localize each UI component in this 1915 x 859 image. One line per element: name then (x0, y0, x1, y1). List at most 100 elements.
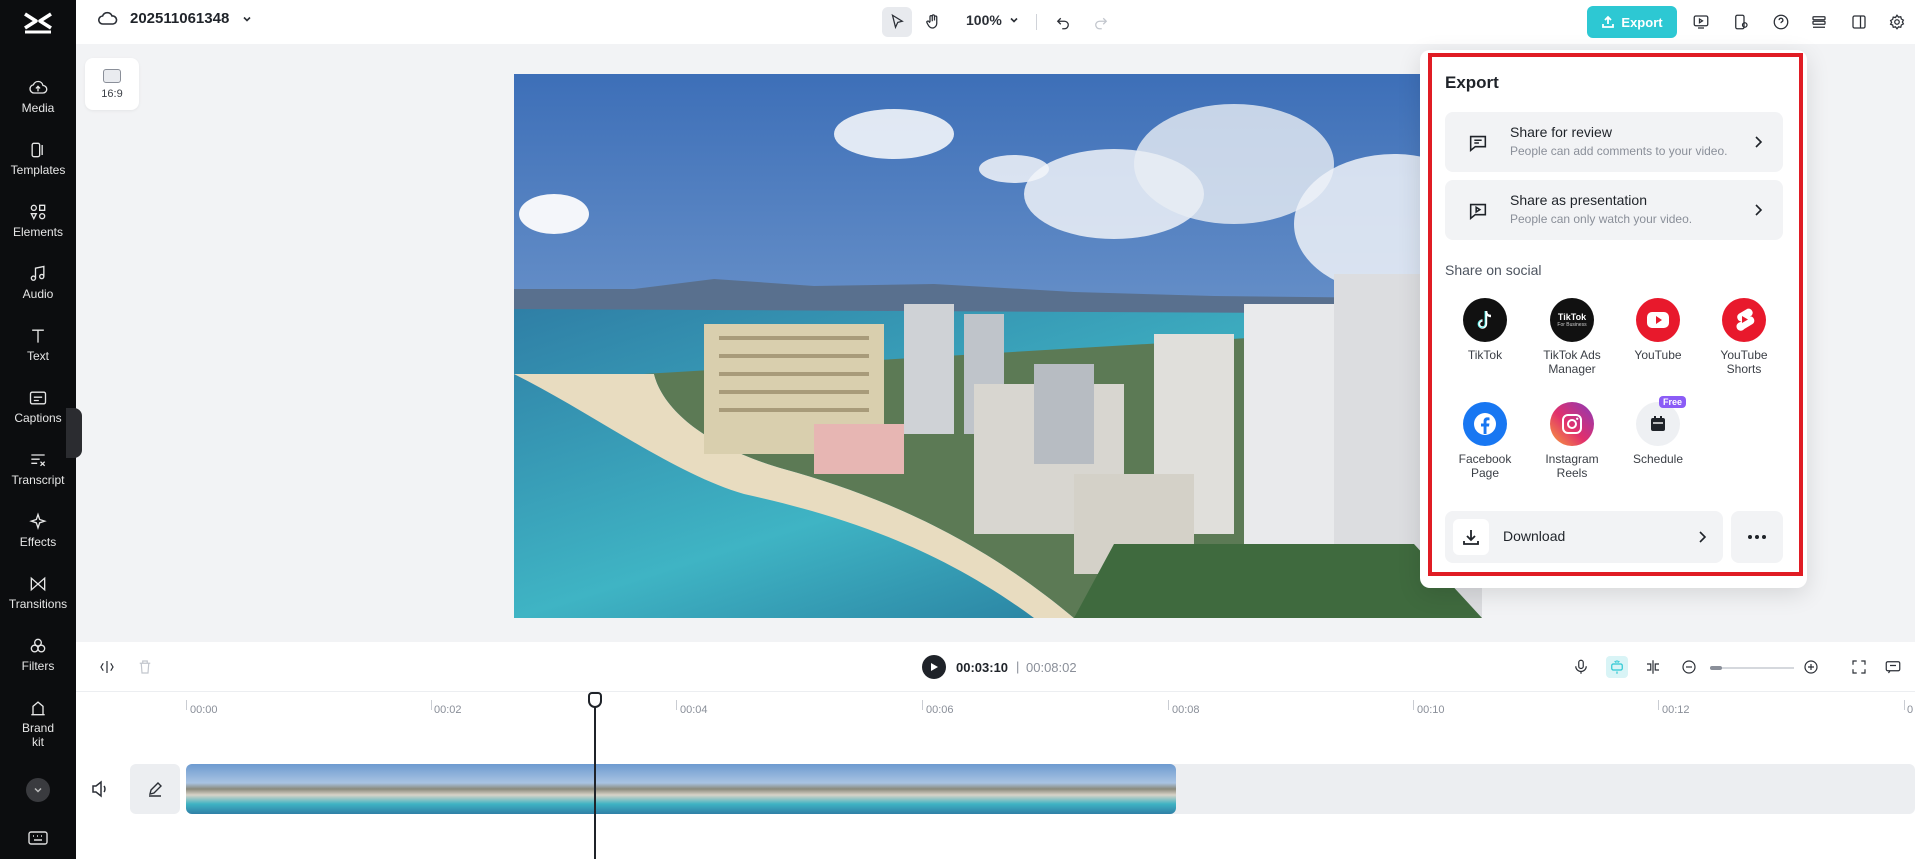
zoom-out-button[interactable] (1678, 656, 1700, 678)
speaker-icon[interactable] (90, 780, 110, 798)
split-button[interactable] (96, 656, 118, 678)
trash-icon (139, 660, 151, 674)
present-button[interactable] (1686, 7, 1716, 37)
record-voice-button[interactable] (1570, 656, 1592, 678)
ruler-tick-mark (1658, 700, 1659, 710)
ruler-tick: 00:10 (1417, 704, 1445, 716)
share-instagram-button[interactable]: Instagram Reels (1527, 402, 1617, 480)
ruler-tick-mark (186, 700, 187, 710)
fullscreen-button[interactable] (1848, 656, 1870, 678)
split-layout-icon (1852, 15, 1866, 29)
current-time: 00:03:10 (956, 660, 1009, 675)
redo-button[interactable] (1086, 7, 1116, 37)
zoom-slider[interactable] (1710, 666, 1794, 670)
play-button[interactable] (922, 655, 946, 679)
device-settings-button[interactable] (1726, 7, 1756, 37)
video-clip[interactable] (186, 764, 1176, 814)
ruler-tick-mark (676, 700, 677, 710)
edit-cover-button[interactable] (130, 764, 180, 814)
download-button[interactable]: Download (1445, 511, 1723, 563)
feedback-button[interactable] (1882, 656, 1904, 678)
nav-label-filters: Filters (21, 658, 55, 673)
nav-item-media[interactable]: Media (0, 68, 76, 124)
nav-label-transcript: Transcript (11, 472, 65, 487)
nav-item-effects[interactable]: Effects (0, 502, 76, 558)
share-youtube-shorts-button[interactable]: YouTube Shorts (1699, 298, 1789, 376)
panel-toggle-handle[interactable] (66, 408, 82, 458)
zoom-in-button[interactable] (1800, 656, 1822, 678)
templates-icon (31, 142, 43, 157)
social-label-youtube-shorts: YouTube Shorts (1720, 348, 1768, 376)
nav-label-elements: Elements (12, 224, 64, 239)
split-view-button[interactable] (1642, 656, 1664, 678)
export-button[interactable]: Export (1587, 6, 1677, 38)
zoom-dropdown[interactable]: 100% (966, 12, 1020, 28)
share-for-review-option[interactable]: Share for review People can add comments… (1445, 112, 1783, 172)
tiktok-ads-logo-text: TikTok (1557, 312, 1587, 322)
nav-item-filters[interactable]: Filters (0, 626, 76, 682)
elements-icon (30, 204, 46, 220)
help-button[interactable] (1766, 7, 1796, 37)
nav-item-elements[interactable]: Elements (0, 192, 76, 248)
chevron-right-icon (1755, 204, 1763, 216)
share-tiktok-ads-button[interactable]: TikTok For Business TikTok Ads Manager (1527, 298, 1617, 376)
social-label-schedule: Schedule (1632, 452, 1684, 466)
tiktok-ads-icon: TikTok For Business (1550, 298, 1594, 342)
facebook-icon (1463, 402, 1507, 446)
video-preview[interactable] (514, 74, 1482, 618)
clip-thumbnail (186, 764, 274, 814)
more-horizontal-icon (1748, 535, 1766, 539)
zoom-out-icon (1682, 660, 1696, 674)
nav-item-audio[interactable]: Audio (0, 254, 76, 310)
chevron-right-icon (1699, 531, 1707, 543)
project-selector[interactable]: 202511061348 (98, 10, 253, 27)
auto-snap-button[interactable] (1606, 656, 1628, 678)
ruler-tick: 0 (1907, 704, 1914, 716)
help-icon (1773, 14, 1789, 30)
nav-label-templates: Templates (10, 162, 66, 177)
time-separator: | (1016, 659, 1020, 674)
youtube-icon (1636, 298, 1680, 342)
brand-kit-icon (31, 700, 45, 715)
aspect-ratio-button[interactable]: 16:9 (85, 58, 139, 110)
zoom-slider-fill[interactable] (1710, 666, 1722, 670)
chevron-down-icon (243, 16, 251, 22)
delete-button[interactable] (134, 656, 156, 678)
project-name: 202511061348 (130, 10, 230, 27)
share-youtube-button[interactable]: YouTube (1613, 298, 1703, 362)
clip-thumbnail (538, 764, 626, 814)
nav-item-brand-kit[interactable]: Brand kit (0, 690, 76, 756)
nav-item-templates[interactable]: Templates (0, 130, 76, 186)
share-review-subtitle: People can add comments to your video. (1510, 144, 1728, 158)
timeline-toolbar: 00:03:10 | 00:08:02 (76, 642, 1915, 692)
share-tiktok-button[interactable]: TikTok (1440, 298, 1530, 362)
split-vertical-icon (1647, 660, 1659, 674)
nav-item-captions[interactable]: Captions (0, 378, 76, 434)
more-options-button[interactable] (1731, 511, 1783, 563)
share-facebook-button[interactable]: Facebook Page (1440, 402, 1530, 480)
nav-item-text[interactable]: Text (0, 316, 76, 372)
hand-tool-button[interactable] (918, 7, 948, 37)
nav-label-text: Text (26, 348, 49, 363)
pencil-icon (149, 782, 162, 797)
clip-thumbnail (362, 764, 450, 814)
nav-item-transitions[interactable]: Transitions (0, 564, 76, 620)
chevron-down-icon (1010, 17, 1018, 23)
settings-button[interactable] (1882, 7, 1912, 37)
layers-button[interactable] (1804, 7, 1834, 37)
layout-button[interactable] (1844, 7, 1874, 37)
playhead-handle[interactable] (588, 692, 602, 708)
comment-icon (1469, 135, 1487, 152)
nav-label-effects: Effects (19, 534, 57, 549)
text-icon (32, 329, 44, 343)
schedule-post-button[interactable]: Free Schedule (1613, 396, 1703, 466)
music-note-icon (30, 265, 45, 281)
playhead-line[interactable] (594, 692, 596, 859)
keyboard-icon[interactable] (28, 830, 48, 846)
undo-button[interactable] (1048, 7, 1078, 37)
instagram-icon (1550, 402, 1594, 446)
share-as-presentation-option[interactable]: Share as presentation People can only wa… (1445, 180, 1783, 240)
nav-item-transcript[interactable]: Transcript (0, 440, 76, 496)
select-tool-button[interactable] (882, 7, 912, 37)
nav-more-button[interactable] (26, 778, 50, 802)
